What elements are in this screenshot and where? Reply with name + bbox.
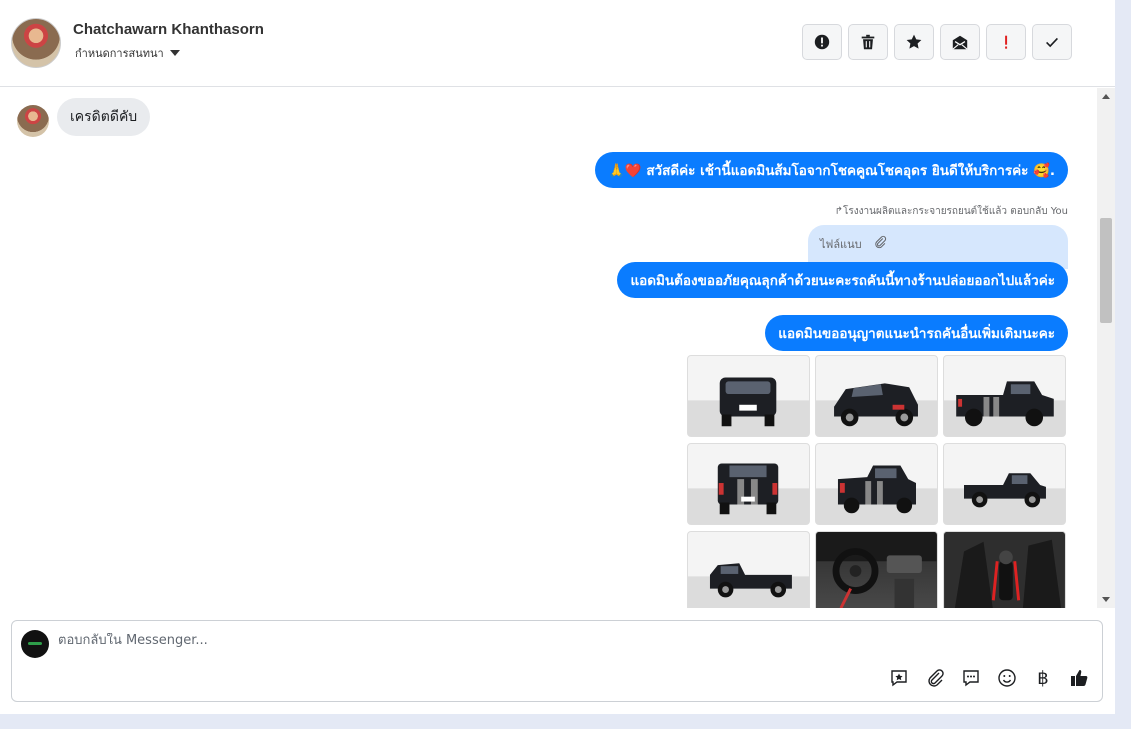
- outgoing-message[interactable]: แอดมินต้องขออภัยคุณลุกค้าด้วยนะคะรถคันนี…: [617, 262, 1068, 298]
- assign-conversation-dropdown[interactable]: กำหนดการสนทนา: [75, 44, 180, 62]
- conversation-header: Chatchawarn Khanthasorn กำหนดการสนทนา: [0, 0, 1115, 87]
- truck-front-photo[interactable]: [687, 355, 810, 437]
- composer-tools: ฿: [888, 667, 1090, 689]
- reply-note: ↱โรงงานผลิตและกระจายรถยนต์ใช้แล้ว ตอบกลั…: [834, 206, 1068, 217]
- photo-gallery: [687, 355, 1066, 608]
- exclamation-icon: [1005, 35, 1008, 49]
- outgoing-message[interactable]: 🙏❤️ สวัสดีค่ะ เช้านี้แอดมินส้มโอจากโชคคู…: [595, 152, 1068, 188]
- page-avatar: [21, 630, 49, 658]
- contact-avatar-small: [17, 105, 49, 137]
- truck-rear-photo[interactable]: [687, 443, 810, 525]
- alert-circle-icon: [814, 34, 830, 50]
- header-actions: [802, 24, 1072, 60]
- trash-icon: [861, 34, 875, 50]
- truck-rear-three-quarter-photo[interactable]: [943, 355, 1066, 437]
- paperclip-icon: [874, 235, 886, 249]
- saved-reply-icon[interactable]: [888, 667, 910, 689]
- scroll-thumb[interactable]: [1100, 218, 1112, 323]
- mark-unread-button[interactable]: [940, 24, 980, 60]
- chat-bubble-icon[interactable]: [960, 667, 982, 689]
- incoming-message[interactable]: เครดิตดีคับ: [57, 98, 151, 136]
- check-icon: [1046, 37, 1058, 48]
- outgoing-message[interactable]: แอดมินขออนุญาตแนะนำรถคันอื่นเพิ่มเติมนะค…: [765, 315, 1068, 351]
- message-thread[interactable]: เครดิตดีคับ 🙏❤️ สวัสดีค่ะ เช้านี้แอดมินส…: [0, 88, 1097, 608]
- caret-down-icon: [169, 50, 180, 56]
- message-composer: ฿: [11, 620, 1103, 702]
- important-button[interactable]: [986, 24, 1026, 60]
- scroll-down-arrow-icon[interactable]: [1102, 597, 1110, 602]
- reply-quote-label: ไฟล์แนบ: [820, 238, 862, 251]
- emoji-icon[interactable]: [996, 667, 1018, 689]
- conversation-panel: Chatchawarn Khanthasorn กำหนดการสนทนา เค…: [0, 0, 1115, 714]
- star-icon: [906, 34, 922, 49]
- assign-label: กำหนดการสนทนา: [75, 48, 164, 60]
- contact-name[interactable]: Chatchawarn Khanthasorn: [73, 21, 264, 38]
- thread-scrollbar[interactable]: [1097, 88, 1115, 608]
- truck-rear-angle-photo[interactable]: [815, 443, 938, 525]
- reply-input[interactable]: [58, 633, 758, 648]
- truck-interior-shifter-photo[interactable]: [943, 531, 1066, 608]
- truck-side-photo[interactable]: [943, 443, 1066, 525]
- star-button[interactable]: [894, 24, 934, 60]
- truck-front-three-quarter-photo[interactable]: [815, 355, 938, 437]
- truck-side-left-photo[interactable]: [687, 531, 810, 608]
- thumbs-up-icon[interactable]: [1068, 667, 1090, 689]
- mail-icon: [952, 35, 968, 50]
- attach-icon[interactable]: [924, 667, 946, 689]
- baht-icon[interactable]: ฿: [1032, 667, 1054, 689]
- truck-interior-dashboard-photo[interactable]: [815, 531, 938, 608]
- contact-avatar[interactable]: [11, 18, 61, 68]
- spam-alert-button[interactable]: [802, 24, 842, 60]
- delete-button[interactable]: [848, 24, 888, 60]
- scroll-up-arrow-icon[interactable]: [1102, 94, 1110, 99]
- done-button[interactable]: [1032, 24, 1072, 60]
